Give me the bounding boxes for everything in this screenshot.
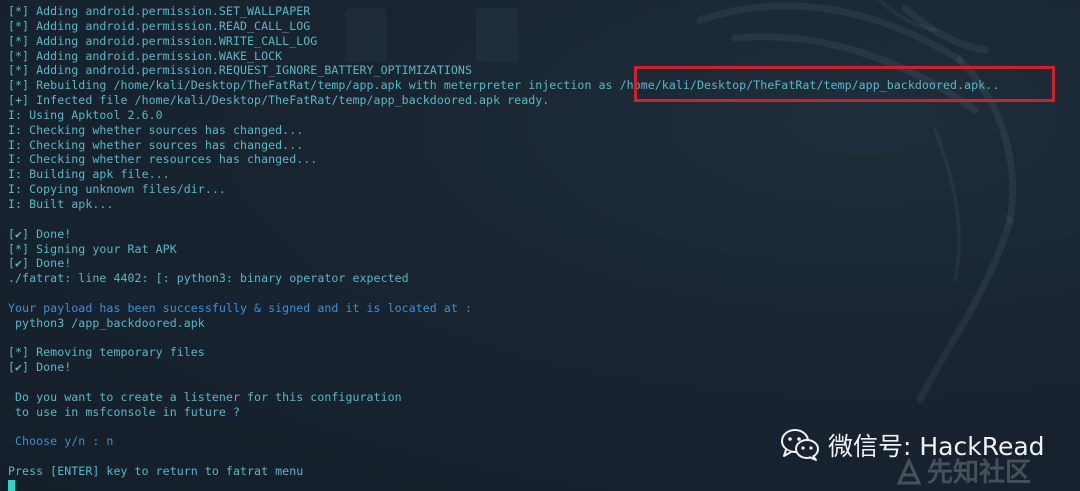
highlight-annotation-box <box>634 66 1055 102</box>
terminal-line: [✔] Done! <box>8 360 72 375</box>
terminal-line: [*] Removing temporary files <box>8 345 205 360</box>
terminal-line: Your payload has been successfully & sig… <box>8 300 472 315</box>
xianzhi-logo-icon <box>896 456 922 484</box>
terminal-line: I: Building apk file... <box>8 167 170 182</box>
terminal-line: [*] Adding android.permission.READ_CALL_… <box>8 18 311 33</box>
terminal-line: I: Copying unknown files/dir... <box>8 182 226 197</box>
terminal-line: to use in msfconsole in future ? <box>8 404 240 419</box>
terminal-line: Do you want to create a listener for thi… <box>8 389 402 404</box>
terminal-line: I: Using Apktool 2.6.0 <box>8 107 163 122</box>
terminal-line: I: Checking whether sources has changed.… <box>8 122 304 137</box>
wechat-icon <box>781 429 819 461</box>
terminal-cursor-line <box>8 479 999 491</box>
terminal-line: [*] Adding android.permission.WAKE_LOCK <box>8 48 283 63</box>
terminal-line: ./fatrat: line 4402: [: python3: binary … <box>8 271 409 286</box>
terminal-line: [*] Signing your Rat APK <box>8 241 177 256</box>
terminal-window[interactable]: [*] Adding android.permission.SET_WALLPA… <box>0 0 1080 491</box>
xianzhi-site-label: 先知社区 <box>927 458 1032 488</box>
terminal-line: [*] Adding android.permission.SET_WALLPA… <box>8 4 311 18</box>
terminal-line: [✔] Done! <box>8 226 72 241</box>
terminal-line: I: Checking whether sources has changed.… <box>8 137 304 152</box>
terminal-line: I: Checking whether resources has change… <box>8 152 318 167</box>
terminal-line: python3 /app_backdoored.apk <box>8 315 205 330</box>
terminal-line: Press [ENTER] key to return to fatrat me… <box>8 464 304 479</box>
terminal-cursor <box>8 480 15 491</box>
xianzhi-watermark: 先知社区 <box>895 452 1031 489</box>
terminal-line: I: Built apk... <box>8 196 114 211</box>
terminal-line: [✔] Done! <box>8 256 72 271</box>
terminal-line: [*] Adding android.permission.WRITE_CALL… <box>8 33 318 48</box>
